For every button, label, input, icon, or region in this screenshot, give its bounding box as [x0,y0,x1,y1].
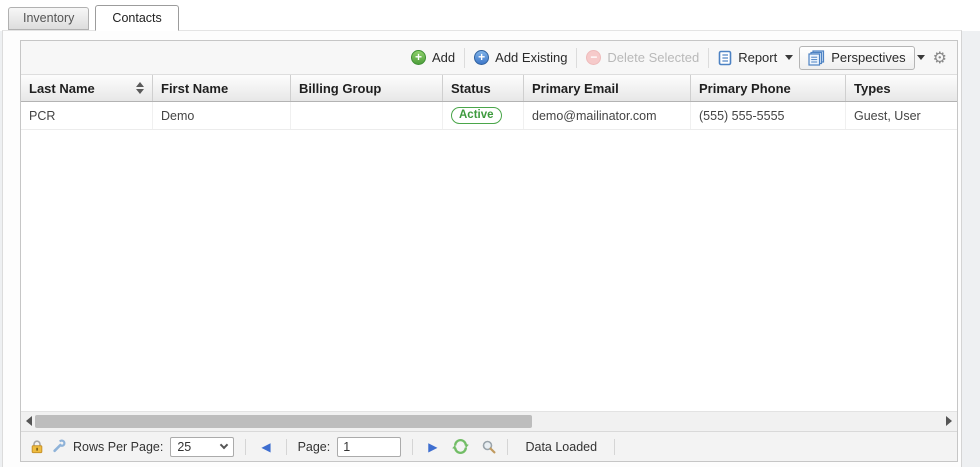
status-badge: Active [451,107,502,124]
footer-separator [412,439,413,455]
tab-bar: Inventory Contacts [8,4,185,30]
previous-page-button[interactable]: ◀ [257,440,274,454]
column-header-primary-phone[interactable]: Primary Phone [691,75,846,101]
add-existing-plus-icon: + [474,50,489,65]
data-loaded-status: Data Loaded [525,440,597,454]
toolbar-separator [464,48,465,68]
cell-status: Active [443,102,524,129]
add-plus-icon: + [411,50,426,65]
perspectives-icon [808,50,825,66]
gear-icon[interactable]: ⚙ [933,50,947,66]
column-header-label: Types [854,81,949,96]
contacts-grid-panel: + Add + Add Existing − Delete Selected R… [20,40,958,462]
toolbar-separator [708,48,709,68]
rows-per-page-label: Rows Per Page: [73,440,163,454]
table-row[interactable]: PCR Demo Active demo@mailinator.com (555… [21,102,957,130]
delete-minus-icon: − [586,50,601,65]
lock-icon[interactable] [30,439,44,454]
sort-icon[interactable] [136,82,144,94]
scroll-right-arrow-icon[interactable] [946,416,952,426]
cell-billing-group [291,102,443,129]
cell-primary-email: demo@mailinator.com [524,102,691,129]
column-header-label: Last Name [29,81,130,96]
perspectives-caret-icon[interactable] [917,55,925,60]
column-header-label: Status [451,81,515,96]
add-existing-button-label: Add Existing [495,50,567,65]
column-header-types[interactable]: Types [846,75,957,101]
wrench-icon[interactable] [51,439,66,454]
column-header-label: Billing Group [299,81,434,96]
column-header-label: Primary Phone [699,81,837,96]
search-icon[interactable] [482,440,496,454]
column-header-label: First Name [161,81,282,96]
column-header-status[interactable]: Status [443,75,524,101]
toolbar-separator [576,48,577,68]
footer-separator [245,439,246,455]
cell-primary-phone: (555) 555-5555 [691,102,846,129]
refresh-icon[interactable] [452,438,469,455]
column-header-last-name[interactable]: Last Name [21,75,153,101]
perspectives-button-label: Perspectives [831,50,905,65]
add-existing-button[interactable]: + Add Existing [468,47,573,68]
column-header-label: Primary Email [532,81,682,96]
report-button[interactable]: Report [712,47,799,69]
add-button-label: Add [432,50,455,65]
cell-last-name: PCR [21,102,153,129]
add-button[interactable]: + Add [405,47,461,68]
cell-types: Guest, User [846,102,957,129]
page-input[interactable] [337,437,401,457]
tab-contacts[interactable]: Contacts [95,5,178,31]
next-page-button[interactable]: ▶ [424,440,441,454]
table-header-row: Last Name First Name Billing Group Statu… [21,75,957,102]
chevron-down-icon [220,441,228,449]
rows-per-page-select[interactable]: 25 [170,437,234,457]
column-header-primary-email[interactable]: Primary Email [524,75,691,101]
cell-first-name: Demo [153,102,291,129]
page-label: Page: [298,440,331,454]
tab-inventory[interactable]: Inventory [8,7,89,30]
scrollbar-thumb[interactable] [35,415,532,428]
scroll-left-arrow-icon[interactable] [26,416,32,426]
delete-selected-button-label: Delete Selected [607,50,699,65]
delete-selected-button[interactable]: − Delete Selected [580,47,705,68]
report-icon [718,50,732,66]
perspectives-button[interactable]: Perspectives [799,46,914,70]
grid-body-empty-area [21,130,957,411]
horizontal-scrollbar[interactable] [21,411,957,431]
report-button-label: Report [738,50,777,65]
column-header-first-name[interactable]: First Name [153,75,291,101]
report-caret-icon [785,55,793,60]
pagination-bar: Rows Per Page: 25 ◀ Page: ▶ Data L [21,431,957,461]
grid-toolbar: + Add + Add Existing − Delete Selected R… [21,41,957,75]
footer-separator [507,439,508,455]
rows-per-page-value: 25 [177,440,191,454]
footer-separator [286,439,287,455]
column-header-billing-group[interactable]: Billing Group [291,75,443,101]
footer-separator [614,439,615,455]
